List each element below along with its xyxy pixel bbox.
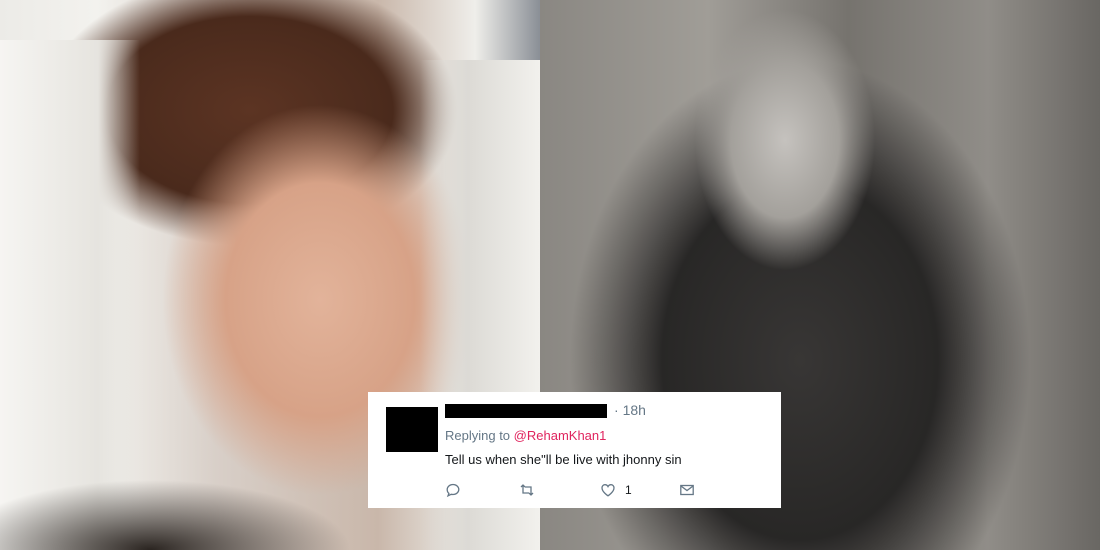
tweet-timestamp[interactable]: · 18h <box>614 402 646 418</box>
message-icon <box>680 484 694 496</box>
tweet-text: Tell us when she"ll be live with jhonny … <box>445 452 682 467</box>
redacted-username <box>445 404 607 418</box>
tweet-actions: 1 <box>445 480 775 500</box>
like-count: 1 <box>625 483 632 497</box>
replying-prefix: Replying to <box>445 428 511 443</box>
like-button[interactable]: 1 <box>600 480 632 500</box>
like-icon <box>601 484 615 497</box>
message-button[interactable] <box>679 480 695 500</box>
replying-to-line: Replying to @RehamKhan1 <box>445 428 606 443</box>
timestamp-value: 18h <box>622 402 646 418</box>
tweet-card[interactable]: · 18h Replying to @RehamKhan1 Tell us wh… <box>368 392 781 508</box>
reply-handle-link[interactable]: @RehamKhan1 <box>514 428 607 443</box>
retweet-icon <box>520 484 534 496</box>
retweet-button[interactable] <box>519 480 535 500</box>
reply-button[interactable] <box>445 480 461 500</box>
reply-icon <box>446 483 460 498</box>
photo-shadow <box>0 460 360 550</box>
avatar[interactable] <box>386 407 438 452</box>
